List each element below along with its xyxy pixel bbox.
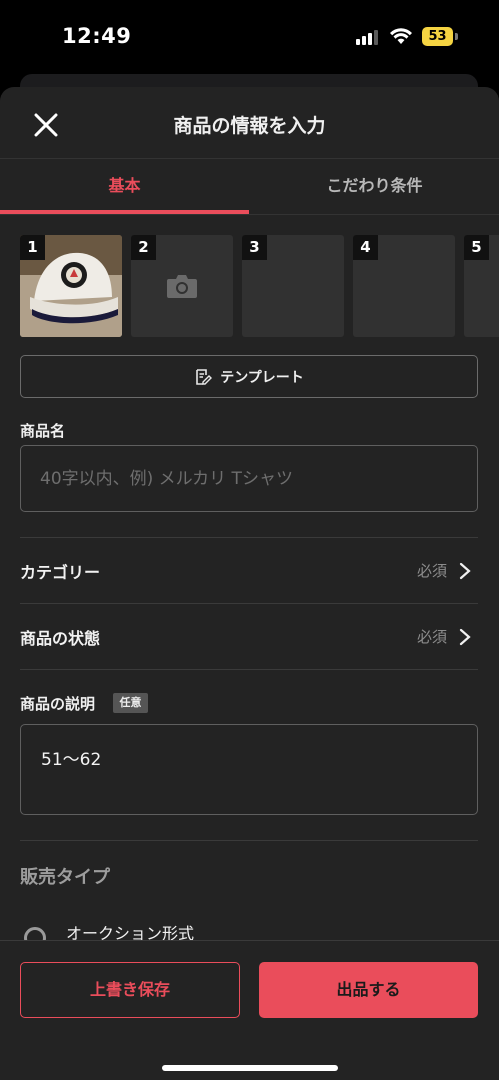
battery-indicator: 53 [422, 27, 453, 46]
template-button-label: テンプレート [220, 369, 304, 386]
chevron-right-icon [459, 628, 471, 646]
template-edit-icon [196, 368, 213, 385]
listing-form-sheet: 商品の情報を入力 基本 こだわり条件 1 2 3 4 5 テンプレート 商品名 … [0, 87, 499, 1080]
photo-slot-3[interactable]: 3 [242, 235, 344, 337]
product-name-label: 商品名 [20, 422, 66, 440]
tab-basic[interactable]: 基本 [0, 159, 249, 215]
active-tab-indicator [0, 210, 249, 214]
condition-label: 商品の状態 [20, 629, 101, 648]
chevron-right-icon [459, 562, 471, 580]
optional-badge: 任意 [113, 693, 148, 713]
save-draft-button[interactable]: 上書き保存 [20, 962, 240, 1018]
description-label: 商品の説明 [20, 695, 96, 713]
radio-button[interactable] [24, 927, 46, 941]
category-label: カテゴリー [20, 563, 101, 582]
photo-number: 3 [242, 235, 267, 260]
divider [20, 669, 478, 670]
condition-row[interactable]: 商品の状態 必須 [0, 604, 499, 668]
category-required-text: 必須 [416, 562, 447, 580]
template-button[interactable]: テンプレート [20, 355, 478, 398]
photo-slot-5[interactable]: 5 [464, 235, 499, 337]
product-name-input[interactable] [20, 445, 478, 512]
photo-slot-4[interactable]: 4 [353, 235, 455, 337]
sale-type-heading: 販売タイプ [20, 867, 110, 888]
home-indicator [162, 1065, 338, 1071]
wifi-icon [390, 28, 412, 44]
photo-strip: 1 2 3 4 5 [20, 235, 499, 337]
status-bar: 12:49 53 [0, 0, 499, 70]
photo-number: 4 [353, 235, 378, 260]
auction-option-label: オークション形式 [66, 924, 195, 941]
divider [20, 840, 478, 841]
camera-icon [167, 275, 197, 298]
cellular-signal-icon [356, 30, 378, 45]
photo-number: 5 [464, 235, 489, 260]
photo-number: 1 [20, 235, 45, 260]
tab-details[interactable]: こだわり条件 [250, 159, 499, 215]
photo-slot-1[interactable]: 1 [20, 235, 122, 337]
bottom-action-bar: 上書き保存 出品する [0, 940, 499, 1080]
page-title: 商品の情報を入力 [173, 115, 326, 137]
description-textarea[interactable]: 51〜62 [20, 724, 478, 815]
photo-slot-2[interactable]: 2 [131, 235, 233, 337]
condition-required-text: 必須 [416, 628, 447, 646]
tab-bar: 基本 こだわり条件 [0, 159, 499, 215]
photo-number: 2 [131, 235, 156, 260]
category-row[interactable]: カテゴリー 必須 [0, 538, 499, 602]
list-item-button[interactable]: 出品する [259, 962, 478, 1018]
auction-option[interactable]: オークション形式 [20, 917, 478, 941]
status-time: 12:49 [62, 24, 132, 48]
battery-cap [455, 33, 458, 40]
form-header: 商品の情報を入力 [0, 87, 499, 159]
